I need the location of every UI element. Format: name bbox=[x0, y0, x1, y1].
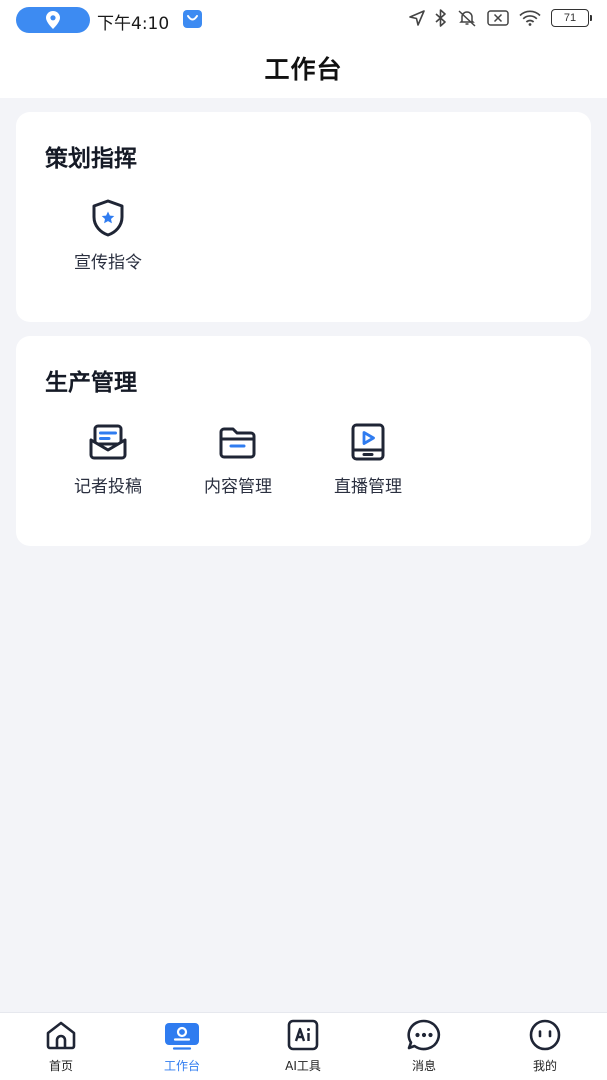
page-header: 工作台 bbox=[0, 38, 607, 98]
tile-live-management[interactable]: 直播管理 bbox=[313, 422, 423, 497]
section-title: 生产管理 bbox=[45, 370, 137, 396]
mail-tray-icon bbox=[89, 424, 127, 460]
page-title: 工作台 bbox=[264, 55, 343, 84]
location-pin-icon bbox=[46, 11, 60, 29]
bottom-tab-bar: 首页 工作台 AI工具 消息 我的 bbox=[0, 1012, 607, 1080]
battery-indicator: 71 bbox=[551, 9, 592, 27]
tab-label: 我的 bbox=[532, 1059, 557, 1073]
location-pill[interactable] bbox=[16, 7, 90, 33]
bluetooth-icon bbox=[435, 9, 446, 27]
sim-off-icon bbox=[487, 10, 509, 26]
tab-ai-tools[interactable]: AI工具 bbox=[258, 1013, 348, 1080]
notification-app-icon bbox=[183, 10, 202, 28]
ai-icon bbox=[287, 1019, 319, 1051]
status-bar: 下午4:10 71 bbox=[0, 0, 607, 38]
shield-star-icon bbox=[92, 199, 124, 237]
status-time: 下午4:10 bbox=[97, 14, 170, 34]
workbench-icon bbox=[165, 1023, 199, 1050]
face-icon bbox=[529, 1019, 561, 1051]
tablet-play-icon bbox=[351, 423, 385, 461]
tab-label: AI工具 bbox=[285, 1059, 321, 1073]
tab-label: 首页 bbox=[48, 1059, 73, 1073]
tab-label: 消息 bbox=[411, 1059, 436, 1073]
tile-label: 内容管理 bbox=[204, 477, 272, 497]
section-card-production: 生产管理 记者投稿 内容管理 直播管理 bbox=[16, 336, 591, 546]
navigation-arrow-icon bbox=[409, 10, 425, 26]
section-card-planning: 策划指挥 宣传指令 bbox=[16, 112, 591, 322]
tile-label: 记者投稿 bbox=[74, 477, 142, 497]
battery-level: 71 bbox=[563, 12, 577, 24]
home-icon bbox=[46, 1021, 76, 1050]
tab-workbench[interactable]: 工作台 bbox=[137, 1013, 227, 1080]
tile-reporter-submission[interactable]: 记者投稿 bbox=[53, 422, 163, 497]
section-title: 策划指挥 bbox=[45, 146, 137, 172]
tab-messages[interactable]: 消息 bbox=[379, 1013, 469, 1080]
muted-bell-icon bbox=[458, 10, 476, 27]
folder-icon bbox=[219, 427, 256, 459]
tab-profile[interactable]: 我的 bbox=[500, 1013, 590, 1080]
tab-home[interactable]: 首页 bbox=[16, 1013, 106, 1080]
wifi-icon bbox=[519, 10, 541, 26]
tab-label: 工作台 bbox=[163, 1059, 200, 1073]
tile-content-management[interactable]: 内容管理 bbox=[183, 422, 293, 497]
tile-label: 宣传指令 bbox=[74, 253, 142, 273]
tile-label: 直播管理 bbox=[334, 477, 402, 497]
chat-bubble-icon bbox=[407, 1019, 441, 1051]
tile-propaganda-directive[interactable]: 宣传指令 bbox=[53, 198, 163, 273]
